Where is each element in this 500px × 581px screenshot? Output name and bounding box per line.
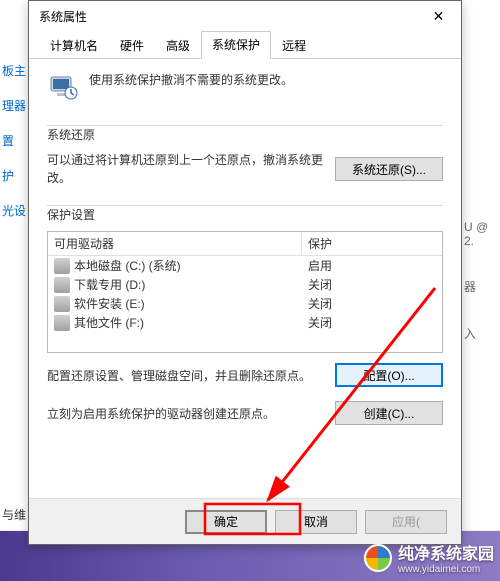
bg-right-item: U @ 2. bbox=[464, 220, 500, 248]
list-item[interactable]: 其他文件 (F:) 关闭 bbox=[48, 313, 442, 332]
intro-row: 使用系统保护撤消不需要的系统更改。 bbox=[47, 71, 443, 103]
tab-system-protection[interactable]: 系统保护 bbox=[201, 31, 271, 59]
configure-button[interactable]: 配置(O)... bbox=[335, 363, 443, 387]
drive-icon bbox=[54, 296, 70, 312]
drive-status: 启用 bbox=[302, 257, 442, 274]
titlebar[interactable]: 系统属性 ✕ bbox=[29, 1, 461, 31]
create-restore-desc: 立刻为启用系统保护的驱动器创建还原点。 bbox=[47, 405, 325, 422]
col-protection[interactable]: 保护 bbox=[302, 232, 442, 255]
system-protection-icon bbox=[47, 71, 79, 103]
apply-button[interactable]: 应用( bbox=[365, 510, 447, 534]
create-restore-point-button[interactable]: 创建(C)... bbox=[335, 401, 443, 425]
list-item[interactable]: 本地磁盘 (C:) (系统) 启用 bbox=[48, 256, 442, 275]
drive-list-header: 可用驱动器 保护 bbox=[48, 232, 442, 256]
watermark: 纯净系统家园 www.yidaimei.com bbox=[364, 540, 494, 575]
tab-computer-name[interactable]: 计算机名 bbox=[39, 32, 109, 59]
intro-text: 使用系统保护撤消不需要的系统更改。 bbox=[89, 71, 293, 88]
configure-desc: 配置还原设置、管理磁盘空间，并且删除还原点。 bbox=[47, 367, 325, 384]
bg-left-item: 板主 bbox=[0, 62, 28, 79]
section-protection-settings: 保护设置 可用驱动器 保护 本地磁盘 (C:) (系统) 启用 下载专用 (D:… bbox=[47, 206, 443, 425]
tab-hardware[interactable]: 硬件 bbox=[109, 32, 155, 59]
protection-settings-title: 保护设置 bbox=[47, 206, 443, 223]
system-restore-button[interactable]: 系统还原(S)... bbox=[335, 157, 443, 181]
drive-status: 关闭 bbox=[302, 295, 442, 312]
ok-button[interactable]: 确定 bbox=[185, 510, 267, 534]
tab-advanced[interactable]: 高级 bbox=[155, 32, 201, 59]
col-drive[interactable]: 可用驱动器 bbox=[48, 232, 302, 255]
bg-window-right: U @ 2. 器 入 bbox=[462, 0, 500, 530]
tabstrip: 计算机名 硬件 高级 系统保护 远程 bbox=[29, 31, 461, 59]
drive-name: 其他文件 (F:) bbox=[74, 314, 302, 331]
watermark-brand: 纯净系统家园 bbox=[398, 546, 494, 563]
tab-content: 使用系统保护撤消不需要的系统更改。 系统还原 可以通过将计算机还原到上一个还原点… bbox=[29, 59, 461, 498]
restore-desc: 可以通过将计算机还原到上一个还原点，撤消系统更改。 bbox=[47, 151, 325, 187]
drive-icon bbox=[54, 277, 70, 293]
drive-status: 关闭 bbox=[302, 314, 442, 331]
system-properties-dialog: 系统属性 ✕ 计算机名 硬件 高级 系统保护 远程 使用系统保护撤消不需要的系统… bbox=[28, 0, 462, 545]
watermark-logo-icon bbox=[364, 544, 392, 572]
bg-left-item: 理器 bbox=[0, 97, 28, 114]
list-item[interactable]: 软件安装 (E:) 关闭 bbox=[48, 294, 442, 313]
bg-left-item: 光设 bbox=[0, 202, 28, 219]
bg-right-item: 器 bbox=[464, 278, 500, 295]
tab-remote[interactable]: 远程 bbox=[271, 32, 317, 59]
watermark-url: www.yidaimei.com bbox=[398, 564, 494, 575]
drive-name: 下载专用 (D:) bbox=[74, 276, 302, 293]
bg-window-left: 板主 理器 置 护 光设 bbox=[0, 0, 28, 530]
section-restore-title: 系统还原 bbox=[47, 126, 443, 143]
drive-name: 软件安装 (E:) bbox=[74, 295, 302, 312]
dialog-title: 系统属性 bbox=[39, 8, 416, 25]
drive-name: 本地磁盘 (C:) (系统) bbox=[74, 257, 302, 274]
bg-left-item: 护 bbox=[0, 167, 28, 184]
drive-list-body[interactable]: 本地磁盘 (C:) (系统) 启用 下载专用 (D:) 关闭 软件安装 (E:)… bbox=[48, 256, 442, 352]
drive-icon bbox=[54, 258, 70, 274]
dialog-footer: 确定 取消 应用( bbox=[29, 498, 461, 544]
drive-icon bbox=[54, 315, 70, 331]
drive-list: 可用驱动器 保护 本地磁盘 (C:) (系统) 启用 下载专用 (D:) 关闭 bbox=[47, 231, 443, 353]
bg-right-item: 入 bbox=[464, 325, 500, 342]
section-restore: 系统还原 可以通过将计算机还原到上一个还原点，撤消系统更改。 系统还原(S)..… bbox=[47, 126, 443, 187]
close-button[interactable]: ✕ bbox=[416, 1, 461, 31]
list-item[interactable]: 下载专用 (D:) 关闭 bbox=[48, 275, 442, 294]
cancel-button[interactable]: 取消 bbox=[275, 510, 357, 534]
close-icon: ✕ bbox=[433, 8, 445, 25]
bg-left-item: 置 bbox=[0, 132, 28, 149]
drive-status: 关闭 bbox=[302, 276, 442, 293]
bg-bottom-left-label: 与维 bbox=[2, 506, 26, 523]
